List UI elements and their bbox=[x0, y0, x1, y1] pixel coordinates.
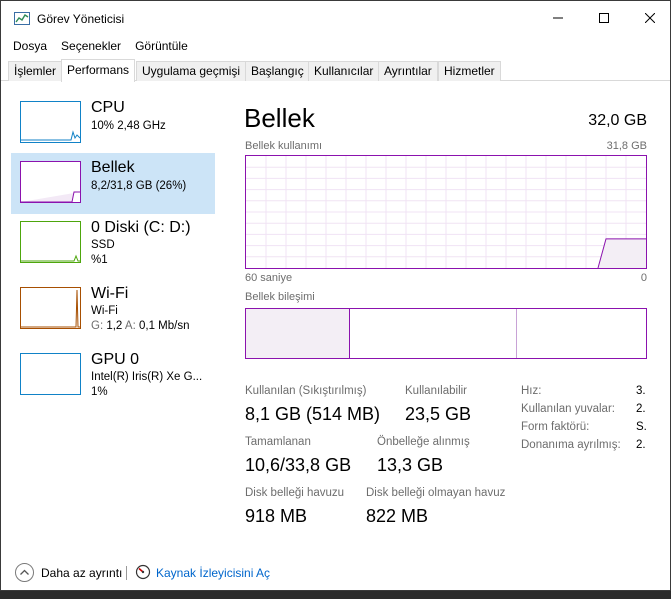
hardware-reserved-label: Donanıma ayrılmış: bbox=[521, 439, 621, 451]
title-bar: Görev Yöneticisi bbox=[1, 1, 670, 35]
composition-standby-divider bbox=[516, 309, 517, 358]
close-icon bbox=[645, 13, 655, 23]
memory-title: Bellek bbox=[91, 159, 135, 176]
gpu-title: GPU 0 bbox=[91, 351, 140, 368]
memory-composition-bar bbox=[245, 308, 647, 359]
menu-file[interactable]: Dosya bbox=[1, 37, 54, 55]
form-factor-label: Form faktörü: bbox=[521, 421, 590, 433]
tab-processes[interactable]: İşlemler bbox=[8, 61, 63, 81]
memory-composition-label: Bellek bileşimi bbox=[245, 291, 315, 303]
available-value: 23,5 GB bbox=[405, 404, 472, 424]
memory-usage-max: 31,8 GB bbox=[606, 140, 647, 152]
available-label: Kullanılabilir bbox=[405, 385, 468, 397]
committed-label: Tamamlanan bbox=[245, 436, 311, 448]
minimize-icon bbox=[553, 17, 563, 19]
nonpaged-pool-label: Disk belleği olmayan havuz bbox=[366, 487, 506, 499]
tab-bar: İşlemler Performans Uygulama geçmişi Baş… bbox=[1, 59, 670, 82]
slots-used-value: 2. bbox=[636, 403, 646, 415]
memory-total: 32,0 GB bbox=[588, 112, 647, 129]
in-use-label: Kullanılan (Sıkıştırılmış) bbox=[245, 385, 367, 397]
disk-type: SSD bbox=[91, 239, 115, 251]
wifi-adapter: Wi-Fi bbox=[91, 305, 118, 317]
speed-label: Hız: bbox=[521, 385, 542, 397]
menu-bar: Dosya Seçenekler Görüntüle bbox=[1, 37, 195, 55]
graph-grid bbox=[246, 156, 646, 268]
chevron-up-icon bbox=[20, 569, 29, 575]
tab-app-history[interactable]: Uygulama geçmişi bbox=[136, 61, 247, 81]
tab-performance[interactable]: Performans bbox=[61, 59, 136, 82]
in-use-value: 8,1 GB (514 MB) bbox=[245, 404, 381, 424]
committed-value: 10,6/33,8 GB bbox=[245, 455, 352, 475]
wifi-thumbnail-graph bbox=[20, 287, 81, 329]
paged-pool-label: Disk belleği havuzu bbox=[245, 487, 345, 499]
cached-label: Önbelleğe alınmış bbox=[377, 436, 470, 448]
tab-details[interactable]: Ayrıntılar bbox=[378, 61, 438, 81]
memory-usage-chart bbox=[246, 156, 646, 269]
nonpaged-pool-value: 822 MB bbox=[366, 506, 429, 526]
wifi-title: Wi-Fi bbox=[91, 285, 129, 302]
gpu-name: Intel(R) Iris(R) Xe G... bbox=[91, 371, 203, 383]
time-axis-label: 60 saniye bbox=[245, 272, 293, 284]
disk-thumbnail-graph bbox=[20, 221, 81, 263]
cpu-title: CPU bbox=[91, 99, 125, 116]
fewer-details-button[interactable] bbox=[15, 563, 34, 582]
paged-pool-value: 918 MB bbox=[245, 506, 308, 526]
resource-wifi[interactable]: Wi-Fi Wi-Fi G: 1,2 A: 0,1 Mb/sn bbox=[11, 279, 215, 340]
open-resource-monitor-link[interactable]: Kaynak İzleyicisini Aç bbox=[156, 566, 270, 580]
page-title: Bellek bbox=[244, 103, 315, 133]
resource-list: CPU 10% 2,48 GHz Bellek 8,2/31,8 GB (26%… bbox=[1, 82, 229, 552]
slots-used-label: Kullanılan yuvalar: bbox=[521, 403, 615, 415]
window-title: Görev Yöneticisi bbox=[37, 12, 125, 26]
maximize-button[interactable] bbox=[581, 1, 627, 35]
resource-memory[interactable]: Bellek 8,2/31,8 GB (26%) bbox=[11, 153, 215, 214]
task-manager-icon bbox=[14, 12, 30, 25]
close-button[interactable] bbox=[627, 1, 671, 35]
memory-usage-label: Bellek kullanımı bbox=[245, 140, 323, 152]
fewer-details-link[interactable]: Daha az ayrıntı bbox=[41, 566, 122, 580]
tab-startup[interactable]: Başlangıç bbox=[245, 61, 310, 81]
speed-value: 3. bbox=[636, 385, 646, 397]
form-factor-value: S. bbox=[636, 421, 647, 433]
tab-users[interactable]: Kullanıcılar bbox=[308, 61, 380, 81]
composition-in-use bbox=[246, 309, 350, 358]
resource-gpu[interactable]: GPU 0 Intel(R) Iris(R) Xe G... 1% bbox=[11, 345, 215, 406]
cpu-thumbnail-graph bbox=[20, 101, 81, 143]
wifi-throughput: G: 1,2 A: 0,1 Mb/sn bbox=[91, 320, 190, 332]
memory-usage-graph bbox=[245, 155, 647, 269]
resource-cpu[interactable]: CPU 10% 2,48 GHz bbox=[11, 93, 215, 154]
footer: Daha az ayrıntı Kaynak İzleyicisini Aç bbox=[1, 561, 670, 587]
tab-services[interactable]: Hizmetler bbox=[438, 61, 501, 81]
memory-usage: 8,2/31,8 GB (26%) bbox=[91, 180, 187, 192]
menu-view[interactable]: Görüntüle bbox=[128, 37, 195, 55]
memory-detail-panel: Bellek 32,0 GB Bellek kullanımı 31,8 GB … bbox=[229, 82, 670, 552]
footer-separator bbox=[126, 566, 127, 580]
time-axis-min: 0 bbox=[640, 272, 647, 284]
cpu-usage: 10% 2,48 GHz bbox=[91, 120, 166, 132]
disk-usage: %1 bbox=[91, 254, 108, 266]
hardware-reserved-value: 2. bbox=[636, 439, 646, 451]
cached-value: 13,3 GB bbox=[377, 455, 444, 475]
memory-thumbnail-graph bbox=[20, 161, 81, 203]
task-manager-window: Görev Yöneticisi Dosya Seçenekler Görünt… bbox=[0, 0, 671, 591]
resource-monitor-icon bbox=[135, 564, 151, 580]
gpu-thumbnail-graph bbox=[20, 353, 81, 395]
maximize-icon bbox=[599, 13, 609, 23]
menu-options[interactable]: Seçenekler bbox=[54, 37, 128, 55]
gpu-usage: 1% bbox=[91, 386, 108, 398]
minimize-button[interactable] bbox=[535, 1, 581, 35]
disk-title: 0 Diski (C: D:) bbox=[91, 219, 191, 236]
resource-disk[interactable]: 0 Diski (C: D:) SSD %1 bbox=[11, 213, 215, 274]
